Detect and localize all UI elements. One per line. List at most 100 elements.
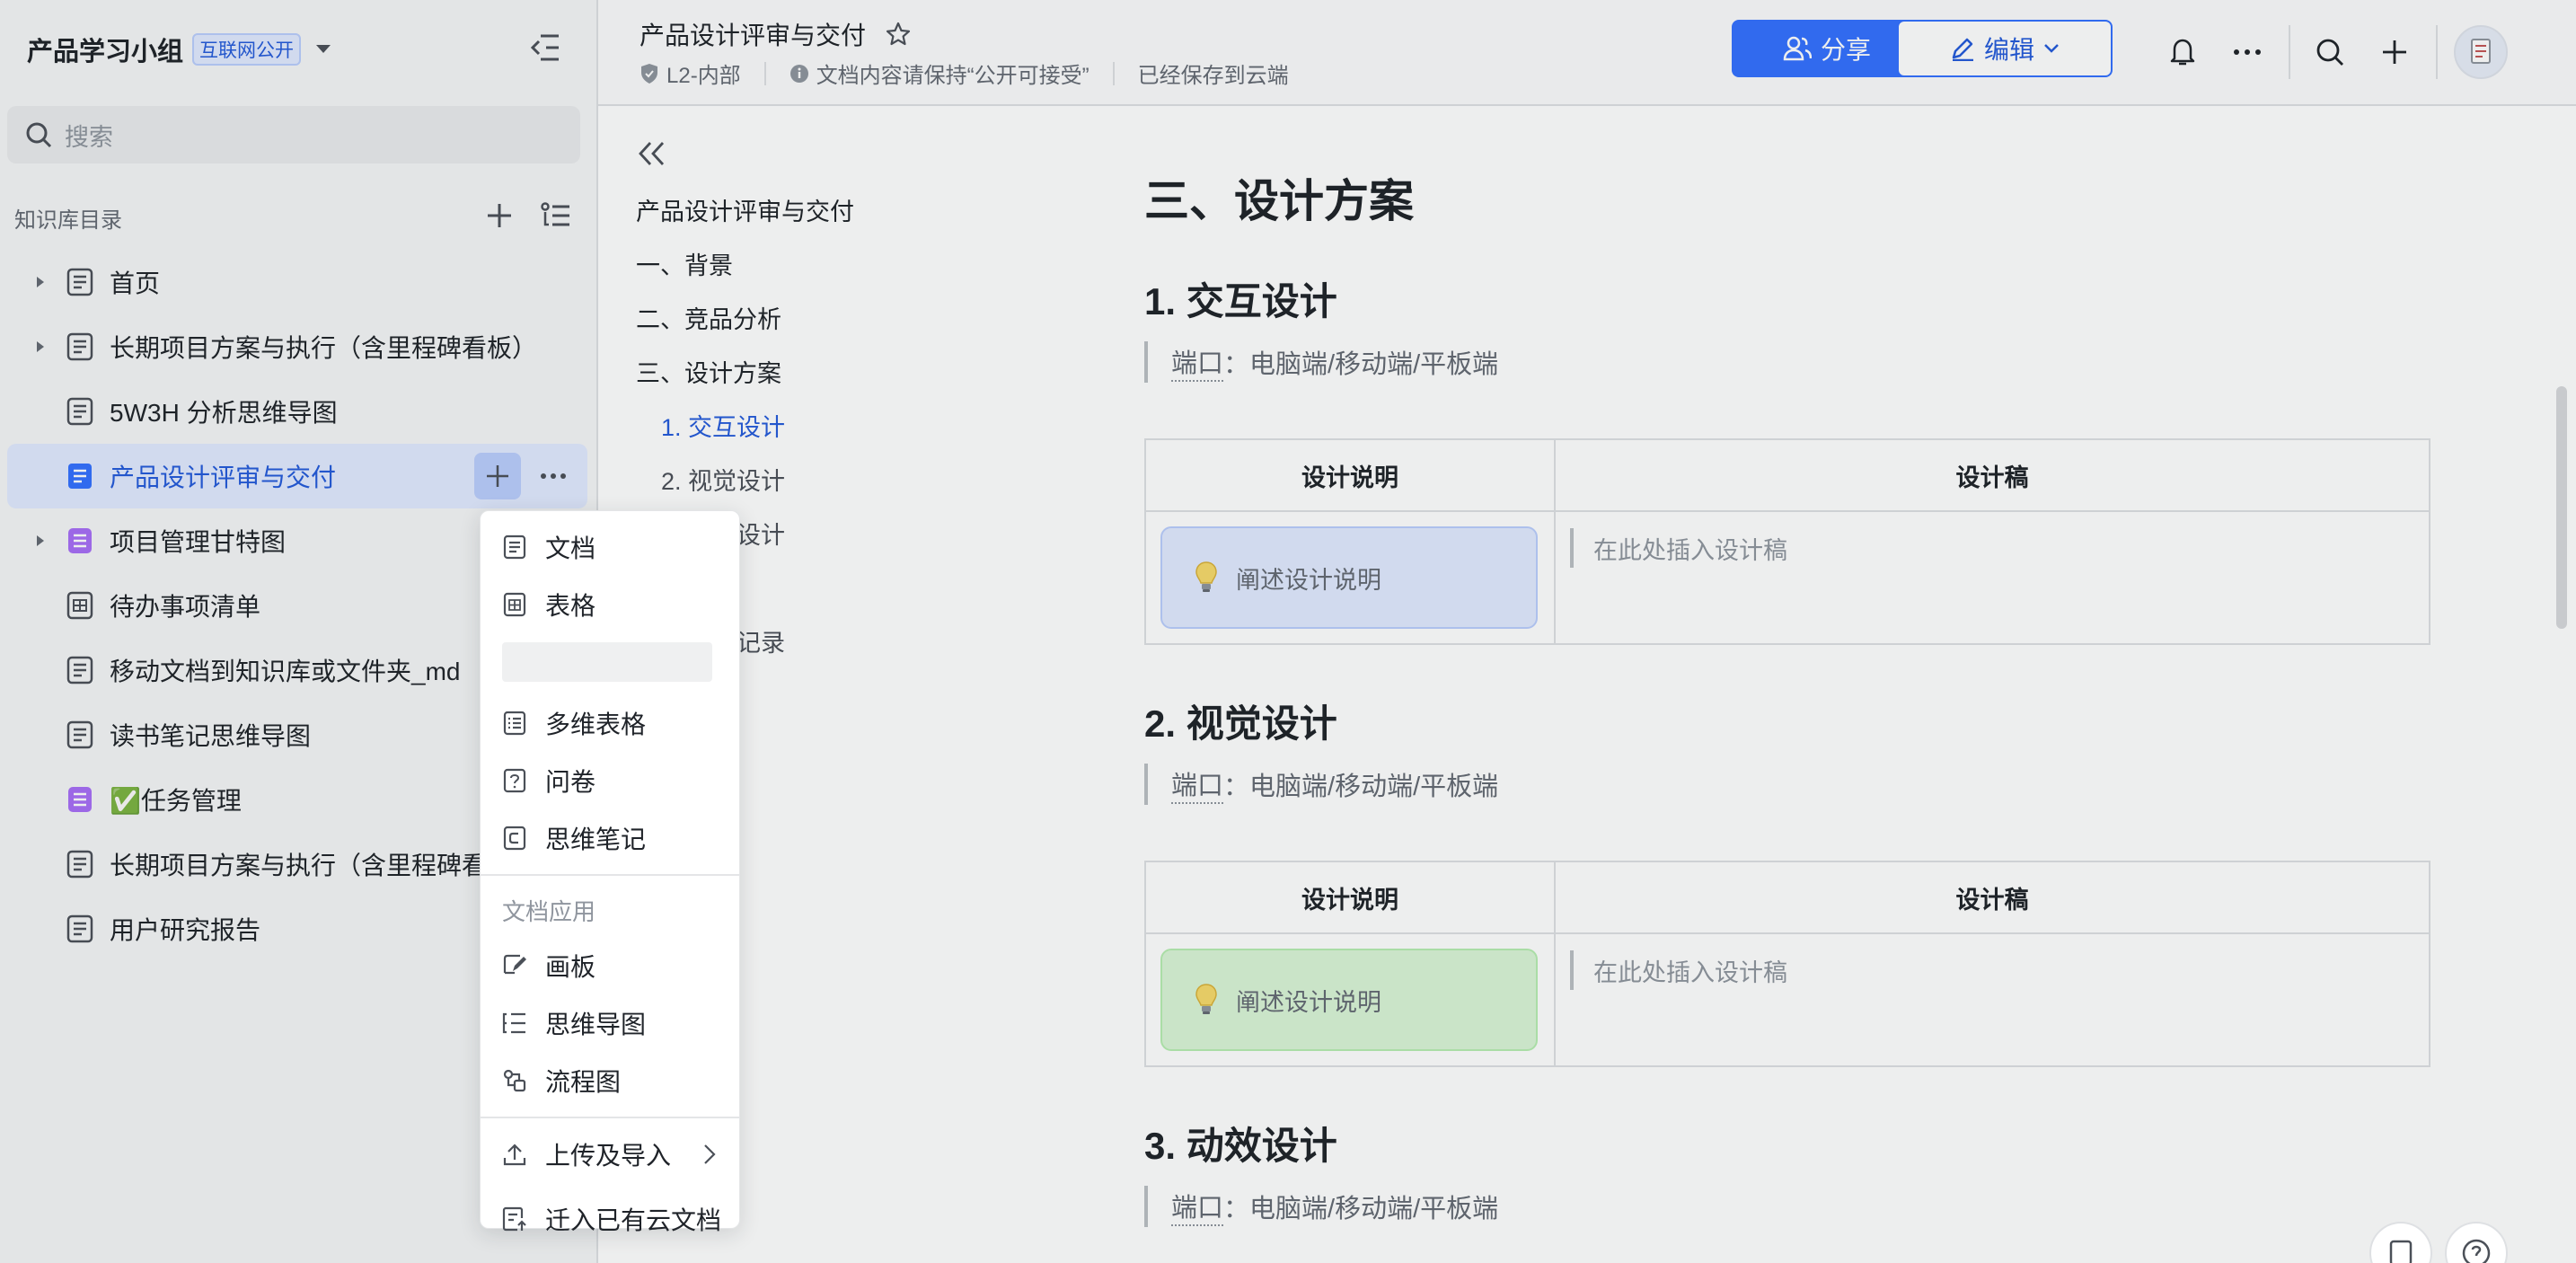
- bitable-icon: [66, 785, 93, 814]
- menu-item-label: 画板: [545, 953, 596, 981]
- design-placeholder[interactable]: 在此处插入设计稿: [1570, 950, 1787, 990]
- search-icon: [26, 122, 52, 148]
- menu-item-migrate-cloud-doc[interactable]: 迁入已有云文档: [481, 1190, 739, 1248]
- menu-item-sheet[interactable]: 表格: [481, 576, 739, 633]
- expand-arrow-icon[interactable]: [32, 340, 49, 353]
- search-input[interactable]: 搜索: [7, 106, 580, 163]
- bell-icon[interactable]: [2159, 29, 2206, 75]
- help-icon: [2462, 1239, 2491, 1263]
- tree-item-home[interactable]: 首页: [7, 250, 587, 314]
- callout-block[interactable]: 阐述设计说明: [1160, 949, 1538, 1051]
- heading-motion-design: 3. 动效设计: [1144, 1125, 1337, 1167]
- menu-item-label: 思维笔记: [545, 826, 647, 853]
- flowchart-icon: [502, 1068, 527, 1093]
- loading-placeholder: [502, 642, 712, 682]
- sheet-icon: [66, 591, 93, 620]
- tree-item-5w3h[interactable]: 5W3H 分析思维导图: [7, 379, 587, 444]
- more-options-button[interactable]: [530, 453, 577, 499]
- menu-item-label: 问卷: [545, 768, 596, 796]
- bitable-icon: [502, 711, 527, 736]
- chevron-right-icon: [703, 1144, 716, 1165]
- menu-item-label: 多维表格: [545, 711, 647, 738]
- survey-icon: [502, 768, 527, 793]
- port-label: 端口: [1171, 342, 1224, 382]
- tree-item-product-design-review[interactable]: 产品设计评审与交付: [7, 444, 587, 508]
- port-line: 端口 ：电脑端/移动端/平板端: [1144, 341, 1498, 383]
- more-icon[interactable]: [2224, 29, 2271, 75]
- search-placeholder: 搜索: [65, 123, 113, 151]
- search-icon[interactable]: [2307, 29, 2353, 75]
- expand-arrow-icon[interactable]: [32, 534, 49, 547]
- doc-icon: [66, 850, 93, 879]
- catalog-title: 知识库目录: [14, 208, 122, 233]
- toc-item[interactable]: 一、背景: [636, 239, 923, 293]
- tree-item-label: 项目管理甘特图: [110, 528, 287, 556]
- menu-item-label: 表格: [545, 592, 596, 620]
- toc-item[interactable]: 2. 视觉设计: [636, 455, 923, 508]
- space-visibility-badge: 互联网公开: [192, 33, 302, 66]
- menu-group-label: 文档应用: [502, 897, 596, 925]
- menu-item-bitable[interactable]: 多维表格: [481, 694, 739, 752]
- save-status: 已经保存到云端: [1137, 64, 1289, 88]
- heading-interaction-design: 1. 交互设计: [1144, 280, 1337, 322]
- create-menu: 文档 表格 多维表格 问卷 思维笔记 文档应用 画板 思维导图 流程图 上传及导…: [480, 510, 740, 1234]
- upload-icon: [502, 1142, 527, 1167]
- tree-item-label: 读书笔记思维导图: [110, 722, 312, 750]
- table-header-design: 设计稿: [1556, 440, 2429, 512]
- tree-item-label: 待办事项清单: [110, 593, 261, 621]
- avatar[interactable]: [2454, 25, 2508, 79]
- toc-item[interactable]: 产品设计评审与交付: [636, 185, 923, 239]
- catalog-header: 知识库目录: [14, 199, 571, 235]
- menu-item-whiteboard[interactable]: 画板: [481, 937, 739, 994]
- toc-item-active[interactable]: 1. 交互设计: [636, 401, 923, 455]
- toc-item[interactable]: 三、设计方案: [636, 347, 923, 401]
- port-value: ：电脑端/移动端/平板端: [1223, 350, 1499, 379]
- sheet-icon: [502, 592, 527, 617]
- collapse-sidebar-icon[interactable]: [530, 34, 560, 61]
- tree-item-label: 首页: [110, 269, 161, 297]
- catalog-list-icon[interactable]: [541, 201, 571, 230]
- doc-icon: [66, 332, 93, 361]
- lightbulb-icon: [1195, 984, 1217, 1014]
- expand-arrow-icon[interactable]: [32, 276, 49, 288]
- tree-item-label: 产品设计评审与交付: [110, 464, 337, 491]
- doc-icon: [66, 914, 93, 943]
- doc-icon: [66, 656, 93, 684]
- lightbulb-icon: [1195, 561, 1217, 592]
- menu-item-mindnote[interactable]: 思维笔记: [481, 809, 739, 867]
- caret-down-icon[interactable]: [315, 44, 331, 55]
- space-header[interactable]: 产品学习小组 互联网公开: [27, 27, 331, 72]
- tree-item-label: 移动文档到知识库或文件夹_md: [110, 658, 461, 685]
- collapse-toc-icon[interactable]: [638, 140, 923, 167]
- menu-item-survey[interactable]: 问卷: [481, 752, 739, 809]
- star-icon[interactable]: [886, 22, 911, 47]
- menu-item-label: 迁入已有云文档: [545, 1206, 722, 1234]
- security-level[interactable]: L2-内部: [640, 57, 741, 89]
- tree-item-label: 用户研究报告: [110, 916, 261, 944]
- design-table: 设计说明 设计稿 阐述设计说明 在此处插入设计稿: [1144, 861, 2430, 1067]
- space-title: 产品学习小组: [27, 38, 184, 66]
- doc-icon: [66, 720, 93, 749]
- menu-item-upload-import[interactable]: 上传及导入: [481, 1126, 739, 1183]
- port-line: 端口 ：电脑端/移动端/平板端: [1144, 764, 1498, 805]
- callout-block[interactable]: 阐述设计说明: [1160, 526, 1538, 629]
- menu-item-doc[interactable]: 文档: [481, 518, 739, 576]
- content-notice: 文档内容请保持“公开可接受”: [790, 57, 1090, 89]
- mindnote-icon: [502, 826, 527, 851]
- toc-item[interactable]: 二、竞品分析: [636, 293, 923, 347]
- content-notice-label: 文档内容请保持“公开可接受”: [816, 64, 1090, 88]
- share-button[interactable]: 分享: [1732, 20, 1922, 77]
- scrollbar[interactable]: [2556, 386, 2567, 629]
- plus-icon[interactable]: [2371, 29, 2418, 75]
- menu-item-mindmap[interactable]: 思维导图: [481, 994, 739, 1052]
- design-placeholder[interactable]: 在此处插入设计稿: [1570, 528, 1787, 568]
- menu-item-flowchart[interactable]: 流程图: [481, 1052, 739, 1109]
- info-icon: [790, 64, 808, 83]
- port-value: ：电脑端/移动端/平板端: [1223, 1195, 1499, 1223]
- edit-button[interactable]: 编辑: [1897, 20, 2113, 77]
- add-icon[interactable]: [485, 201, 514, 230]
- mindmap-icon: [502, 1011, 527, 1036]
- whiteboard-icon: [502, 953, 527, 978]
- tree-item-long-term-project[interactable]: 长期项目方案与执行（含里程碑看板）: [7, 314, 587, 379]
- add-child-button[interactable]: [474, 453, 521, 499]
